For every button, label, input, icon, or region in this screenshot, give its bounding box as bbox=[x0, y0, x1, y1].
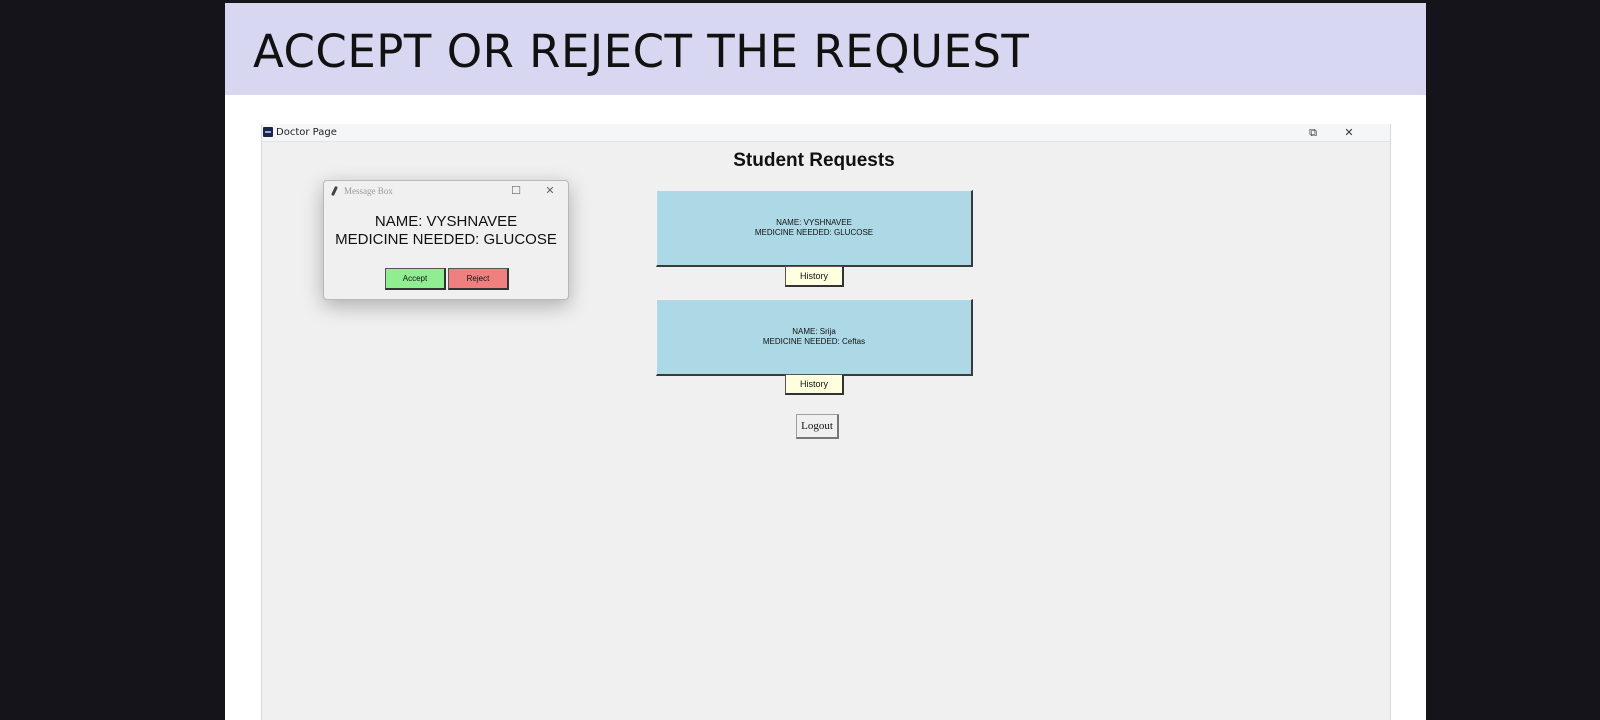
request-medicine: MEDICINE NEEDED: Ceftas bbox=[762, 337, 866, 346]
app-icon bbox=[263, 127, 273, 137]
maximize-dialog-button[interactable]: ☐ bbox=[508, 184, 524, 198]
message-box-dialog: Message Box ☐ ✕ NAME: VYSHNAVEE MEDICINE… bbox=[323, 180, 569, 300]
close-dialog-button[interactable]: ✕ bbox=[542, 184, 558, 198]
history-button[interactable]: History bbox=[785, 266, 844, 287]
message-box-title: Message Box bbox=[344, 186, 393, 196]
accept-button[interactable]: Accept bbox=[385, 268, 446, 290]
restore-window-button[interactable]: ⧉ bbox=[1302, 125, 1324, 140]
slide-header: ACCEPT OR REJECT THE REQUEST bbox=[225, 3, 1426, 95]
close-window-button[interactable]: ✕ bbox=[1338, 125, 1360, 140]
request-card[interactable]: NAME: Srija MEDICINE NEEDED: Ceftas bbox=[656, 299, 973, 376]
window-title: Doctor Page bbox=[276, 127, 337, 138]
message-box-titlebar: Message Box ☐ ✕ bbox=[324, 181, 568, 201]
dialog-medicine-line: MEDICINE NEEDED: GLUCOSE bbox=[335, 231, 557, 248]
presentation-slide: ACCEPT OR REJECT THE REQUEST Doctor Page… bbox=[225, 3, 1426, 720]
feather-icon bbox=[331, 185, 338, 197]
request-card[interactable]: NAME: VYSHNAVEE MEDICINE NEEDED: GLUCOSE bbox=[656, 190, 973, 267]
request-medicine: MEDICINE NEEDED: GLUCOSE bbox=[754, 228, 874, 237]
request-name: NAME: Srija bbox=[792, 327, 836, 336]
window-titlebar: Doctor Page ⧉ ✕ bbox=[262, 124, 1390, 142]
dialog-name-line: NAME: VYSHNAVEE bbox=[374, 213, 518, 230]
doctor-page-window: Doctor Page ⧉ ✕ Student Requests NAME: V… bbox=[261, 124, 1391, 720]
page-heading: Student Requests bbox=[733, 150, 895, 171]
logout-button[interactable]: Logout bbox=[796, 414, 839, 439]
reject-button[interactable]: Reject bbox=[448, 268, 509, 290]
history-button[interactable]: History bbox=[785, 374, 844, 395]
slide-title: ACCEPT OR REJECT THE REQUEST bbox=[253, 25, 1030, 78]
request-name: NAME: VYSHNAVEE bbox=[776, 218, 852, 227]
